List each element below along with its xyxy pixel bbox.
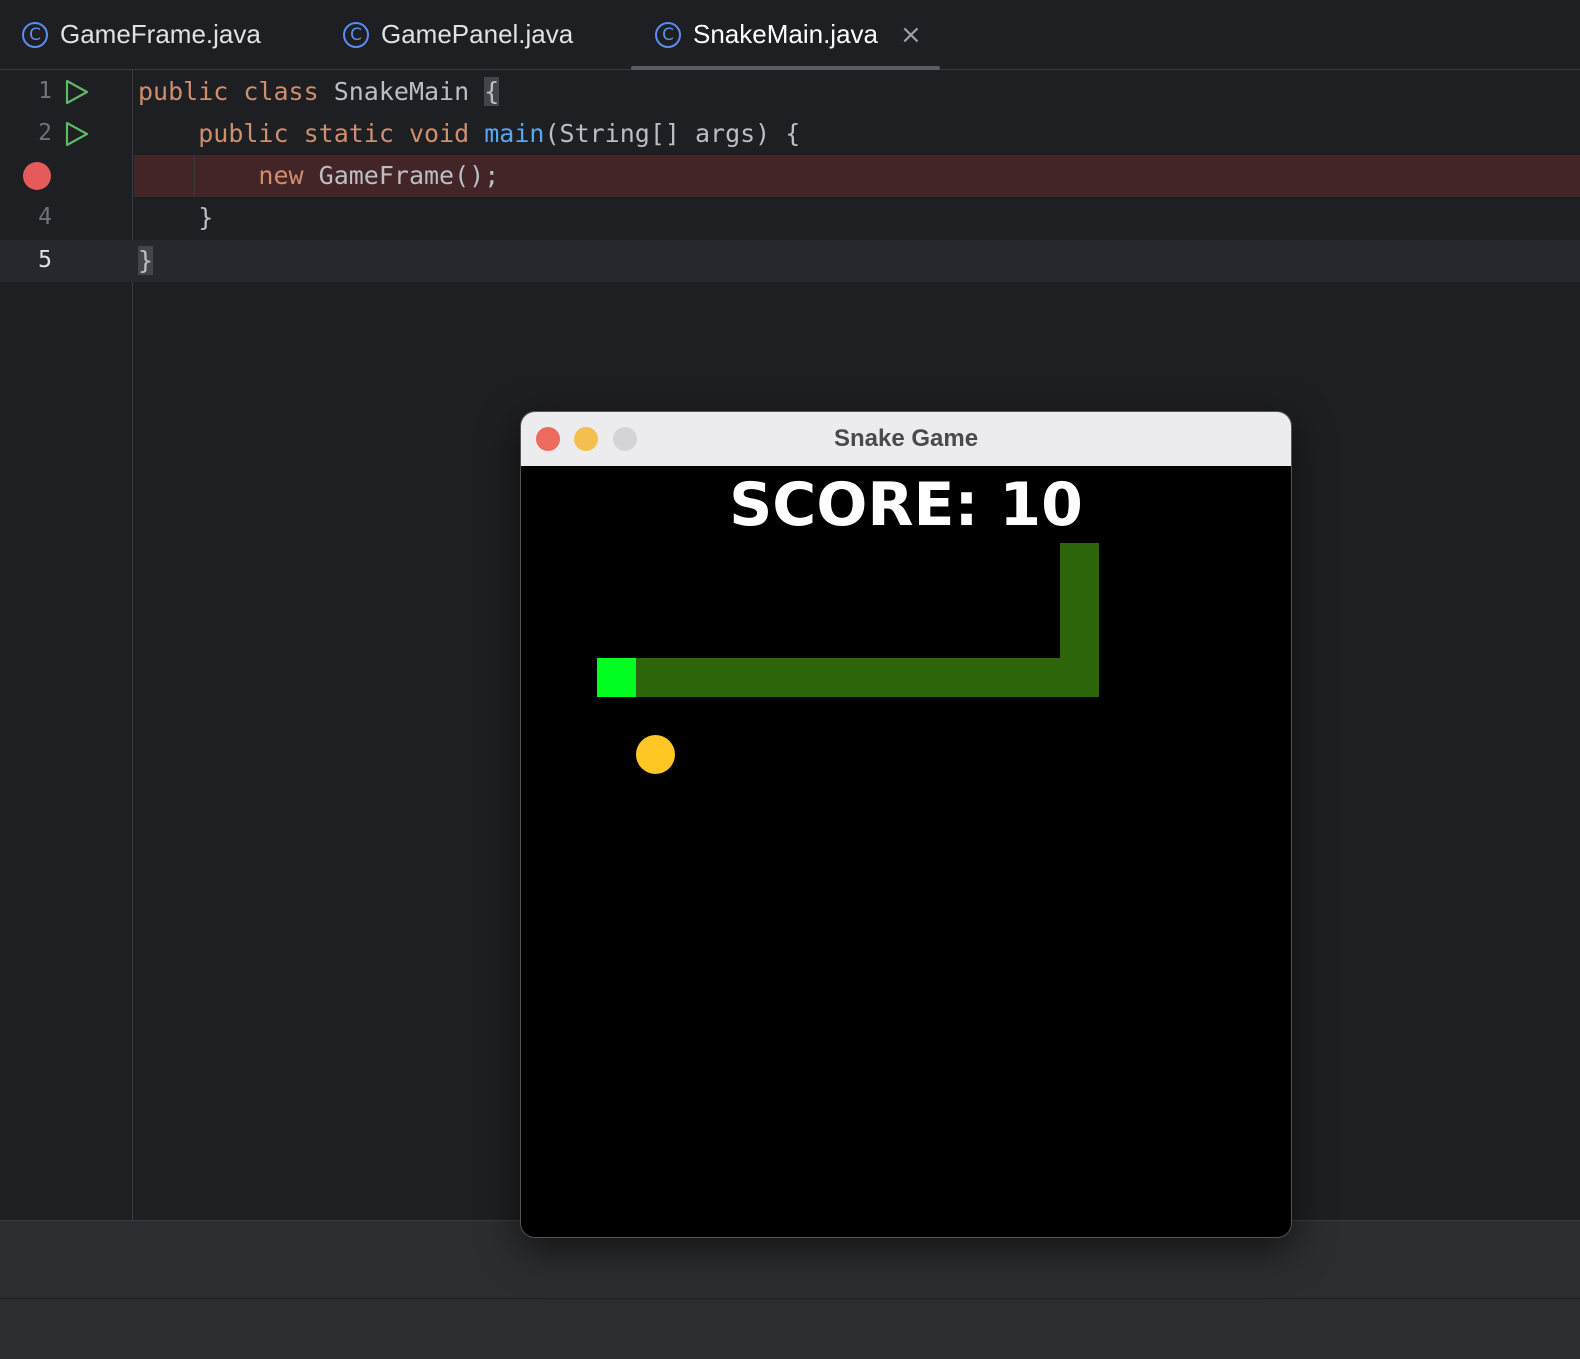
- close-icon[interactable]: ×: [900, 20, 922, 50]
- line-number: 2: [38, 120, 52, 146]
- snake-head: [597, 658, 636, 697]
- breakpoint-icon[interactable]: [23, 162, 51, 190]
- tab-gameframe[interactable]: C GameFrame.java: [22, 0, 261, 69]
- line-number: 1: [38, 78, 52, 104]
- class-icon: C: [655, 21, 681, 48]
- line-number: 5: [38, 247, 52, 273]
- snake-body: [636, 658, 1099, 697]
- line-number: 4: [38, 204, 52, 230]
- code-line-4[interactable]: 4 }: [0, 197, 1580, 239]
- snake-body: [1060, 543, 1099, 697]
- code-line-3[interactable]: new GameFrame();: [0, 155, 1580, 197]
- window-title-bar[interactable]: Snake Game: [521, 412, 1291, 466]
- code-text: public static void main(String[] args) {: [198, 119, 801, 148]
- code-line-5[interactable]: 5 }: [0, 240, 1580, 282]
- score-label: SCORE: 10: [729, 470, 1083, 540]
- food-apple: [636, 735, 675, 774]
- code-text: new GameFrame();: [258, 161, 500, 190]
- run-icon[interactable]: [64, 121, 90, 147]
- snake-game-window[interactable]: Snake Game SCORE: 10: [521, 412, 1291, 1237]
- game-canvas[interactable]: SCORE: 10: [521, 466, 1291, 1237]
- code-line-2[interactable]: 2 public static void main(String[] args)…: [0, 113, 1580, 155]
- tab-gamepanel[interactable]: C GamePanel.java: [343, 0, 573, 69]
- status-bar: [0, 1298, 1580, 1359]
- tab-snakemain[interactable]: C SnakeMain.java ×: [631, 0, 940, 70]
- tab-label: SnakeMain.java: [693, 19, 878, 49]
- code-text: }: [198, 203, 214, 232]
- code-line-1[interactable]: 1 public class SnakeMain {: [0, 71, 1580, 113]
- tab-label: GameFrame.java: [60, 19, 261, 49]
- code-text: }: [138, 246, 154, 275]
- tab-label: GamePanel.java: [381, 19, 574, 49]
- run-icon[interactable]: [64, 79, 90, 105]
- class-icon: C: [343, 21, 369, 48]
- code-text: public class SnakeMain {: [138, 77, 500, 106]
- editor-tab-bar: C GameFrame.java C GamePanel.java C Snak…: [0, 0, 1580, 70]
- class-icon: C: [22, 21, 48, 48]
- window-title: Snake Game: [833, 425, 979, 452]
